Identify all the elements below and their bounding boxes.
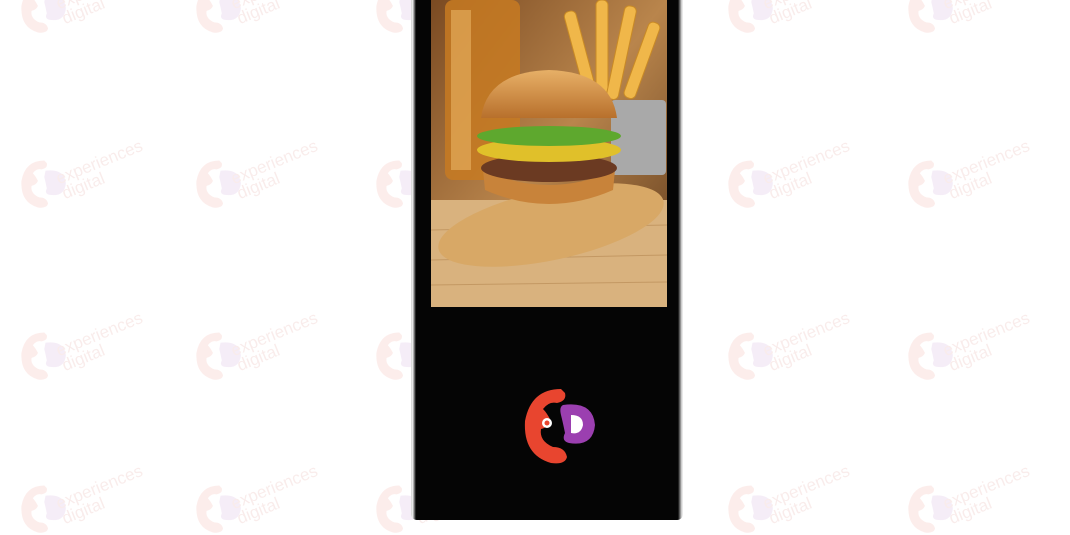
watermark: experiencesdigital: [18, 136, 178, 210]
watermark-line2: digital: [946, 168, 995, 203]
watermark-line1: experiences: [228, 0, 320, 13]
watermark-text: experiencesdigital: [53, 0, 151, 28]
watermark-line1: experiences: [760, 0, 852, 13]
watermark-text: experiencesdigital: [53, 308, 151, 375]
watermark-text: experiencesdigital: [760, 136, 858, 203]
watermark-line2: digital: [59, 340, 108, 375]
watermark-line2: digital: [59, 493, 108, 528]
watermark-line2: digital: [766, 493, 815, 528]
watermark-line1: experiences: [53, 308, 146, 361]
watermark-line1: experiences: [228, 308, 321, 361]
watermark: experiencesdigital: [905, 461, 1065, 535]
watermark-text: experiencesdigital: [760, 0, 858, 28]
watermark-line2: digital: [766, 168, 815, 203]
watermark-line2: digital: [946, 493, 995, 528]
watermark-line2: digital: [59, 168, 108, 203]
watermark-text: experiencesdigital: [760, 461, 858, 528]
watermark: experiencesdigital: [18, 461, 178, 535]
watermark-text: experiencesdigital: [53, 461, 151, 528]
watermark-line1: experiences: [940, 136, 1033, 189]
watermark-text: experiencesdigital: [940, 308, 1038, 375]
watermark-line2: digital: [234, 168, 283, 203]
watermark-text: experiencesdigital: [940, 136, 1038, 203]
watermark: experiencesdigital: [193, 461, 353, 535]
watermark: experiencesdigital: [725, 308, 885, 382]
watermark: experiencesdigital: [725, 0, 885, 35]
watermark: experiencesdigital: [725, 461, 885, 535]
watermark: experiencesdigital: [905, 0, 1065, 35]
watermark-line1: experiences: [53, 461, 146, 514]
watermark-line2: digital: [766, 0, 815, 28]
watermark-text: experiencesdigital: [760, 308, 858, 375]
watermark-line1: experiences: [940, 0, 1032, 13]
watermark-line2: digital: [946, 0, 995, 28]
watermark-text: experiencesdigital: [940, 0, 1038, 28]
watermark: experiencesdigital: [193, 0, 353, 35]
watermark: experiencesdigital: [193, 136, 353, 210]
brand-logo: [521, 385, 597, 472]
watermark-text: experiencesdigital: [228, 461, 326, 528]
digital-signage-kiosk: [411, 0, 683, 520]
watermark-line1: experiences: [228, 136, 321, 189]
watermark: experiencesdigital: [905, 136, 1065, 210]
watermark-line1: experiences: [53, 0, 145, 13]
watermark-line1: experiences: [760, 308, 853, 361]
watermark-text: experiencesdigital: [228, 308, 326, 375]
watermark-line2: digital: [59, 0, 108, 28]
watermark-line2: digital: [766, 340, 815, 375]
watermark: experiencesdigital: [18, 0, 178, 35]
watermark: experiencesdigital: [18, 308, 178, 382]
watermark: experiencesdigital: [725, 136, 885, 210]
watermark-line2: digital: [234, 340, 283, 375]
watermark-line1: experiences: [228, 461, 321, 514]
watermark-text: experiencesdigital: [228, 0, 326, 28]
watermark-line2: digital: [234, 0, 283, 28]
kiosk-screen-image: [431, 0, 667, 307]
watermark-line1: experiences: [760, 136, 853, 189]
watermark-text: experiencesdigital: [53, 136, 151, 203]
watermark-line1: experiences: [940, 461, 1033, 514]
watermark-line2: digital: [234, 493, 283, 528]
watermark-line1: experiences: [53, 136, 146, 189]
watermark-line2: digital: [946, 340, 995, 375]
watermark-text: experiencesdigital: [940, 461, 1038, 528]
watermark-line1: experiences: [760, 461, 853, 514]
watermark: experiencesdigital: [905, 308, 1065, 382]
watermark-line1: experiences: [940, 308, 1033, 361]
watermark: experiencesdigital: [193, 308, 353, 382]
watermark-text: experiencesdigital: [228, 136, 326, 203]
